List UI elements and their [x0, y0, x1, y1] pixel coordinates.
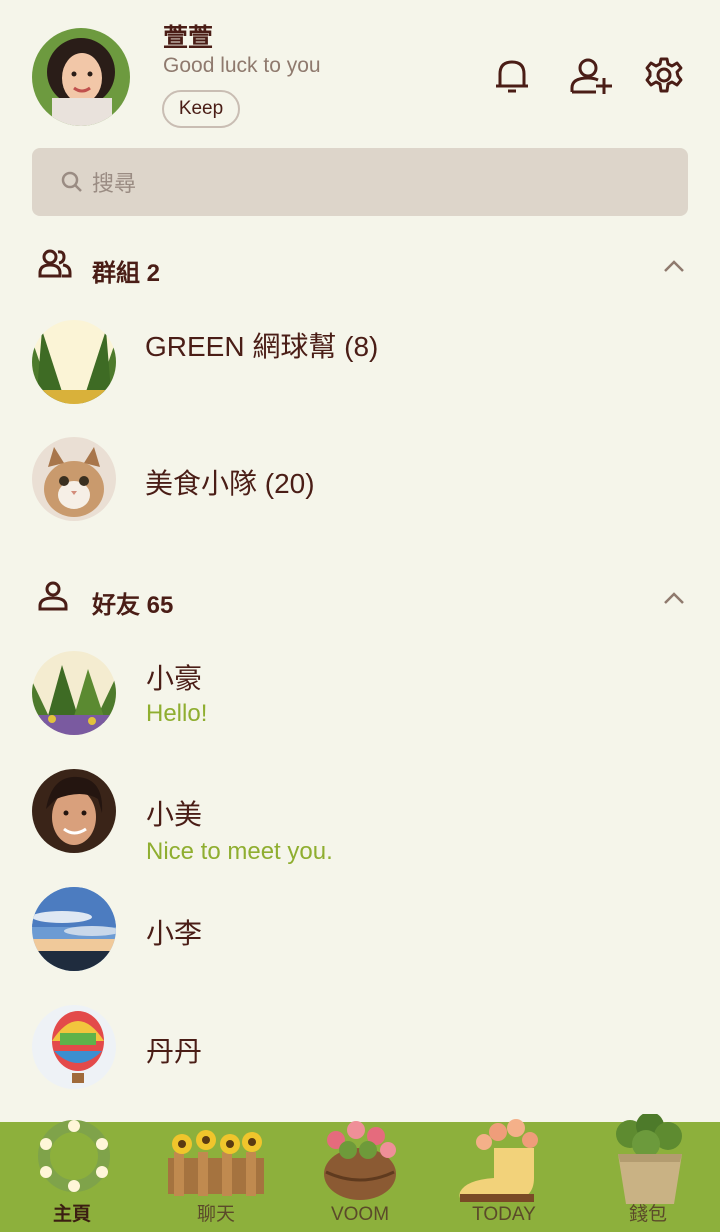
tab-label: 錢包: [628, 1204, 667, 1225]
tab-chats[interactable]: 聊天: [144, 1122, 288, 1232]
settings-gear-icon[interactable]: [644, 56, 684, 96]
tab-wallet[interactable]: 錢包: [576, 1114, 720, 1232]
tab-today[interactable]: TODAY: [432, 1119, 576, 1232]
collapse-groups-chevron-icon[interactable]: [662, 258, 686, 279]
friend-avatar[interactable]: [32, 769, 116, 853]
plant-pot-icon: [616, 1114, 682, 1204]
friend-name[interactable]: 丹丹: [146, 1030, 202, 1070]
add-friend-icon[interactable]: [570, 56, 612, 96]
friend-name[interactable]: 小美: [146, 793, 202, 833]
flower-wreath-icon: [38, 1120, 110, 1192]
friend-avatar[interactable]: [32, 651, 116, 735]
search-bar[interactable]: 搜尋: [32, 148, 688, 216]
group-name[interactable]: GREEN 網球幫 (8): [145, 325, 378, 365]
tab-label: VOOM: [330, 1204, 390, 1225]
profile-status-message[interactable]: Good luck to you: [163, 54, 321, 78]
group-name[interactable]: 美食小隊 (20): [145, 462, 315, 502]
boot-planter-icon: [459, 1119, 538, 1202]
search-icon: [61, 171, 82, 192]
tab-voom[interactable]: VOOM: [288, 1121, 432, 1232]
friend-name[interactable]: 小豪: [146, 657, 202, 697]
groups-section-title: 群組 2: [92, 260, 161, 287]
collapse-friends-chevron-icon[interactable]: [662, 590, 686, 611]
sunflower-fence-icon: [168, 1130, 264, 1196]
tab-home[interactable]: 主頁: [0, 1120, 144, 1232]
bell-icon[interactable]: [492, 56, 532, 96]
friend-name[interactable]: 小李: [146, 912, 202, 952]
friend-icon: [38, 580, 70, 617]
friend-status-message: Hello!: [146, 700, 208, 727]
group-avatar[interactable]: [32, 437, 116, 521]
tab-label: 主頁: [52, 1204, 91, 1225]
friend-avatar[interactable]: [32, 887, 116, 971]
flower-basket-icon: [324, 1121, 396, 1200]
group-avatar[interactable]: [32, 320, 116, 404]
group-icon: [38, 248, 72, 285]
friend-status-message: Nice to meet you.: [146, 838, 333, 865]
profile-avatar[interactable]: [32, 28, 130, 126]
friend-avatar[interactable]: [32, 1005, 116, 1089]
friends-section-title: 好友 65: [92, 592, 174, 619]
tab-label: 聊天: [196, 1204, 235, 1225]
profile-name: 萱萱: [163, 24, 214, 52]
tab-label: TODAY: [472, 1204, 536, 1225]
search-placeholder: 搜尋: [92, 171, 137, 196]
keep-button[interactable]: Keep: [162, 90, 240, 128]
